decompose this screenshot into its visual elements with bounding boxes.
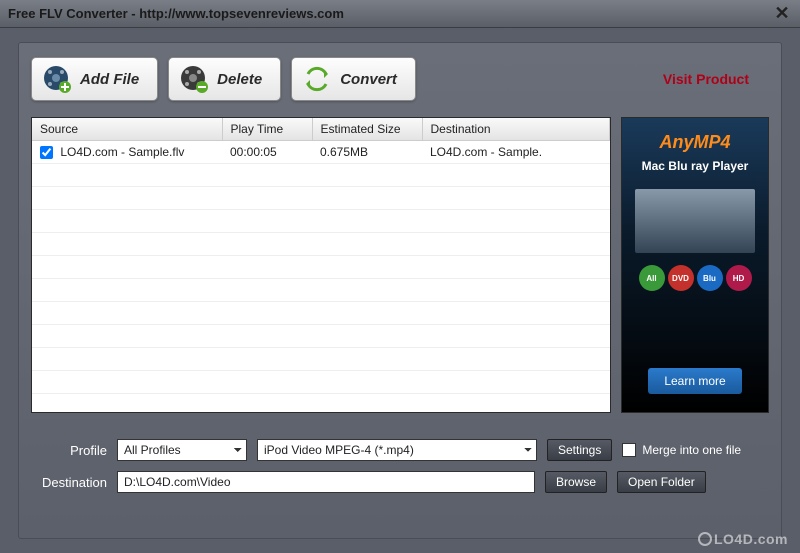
col-estsize[interactable]: Estimated Size — [312, 118, 422, 141]
convert-label: Convert — [340, 71, 397, 88]
ad-badge: Blu — [697, 265, 723, 291]
ad-panel[interactable]: AnyMP4 Mac Blu ray Player All DVD Blu HD… — [621, 117, 769, 413]
visit-product-link[interactable]: Visit Product — [663, 71, 749, 87]
main-area: Add File Delete — [0, 28, 800, 553]
cell-playtime: 00:00:05 — [222, 141, 312, 164]
delete-icon — [177, 62, 211, 96]
merge-checkbox[interactable] — [622, 443, 636, 457]
delete-button[interactable]: Delete — [168, 57, 281, 101]
delete-label: Delete — [217, 71, 262, 88]
add-file-icon — [40, 62, 74, 96]
convert-button[interactable]: Convert — [291, 57, 416, 101]
add-file-button[interactable]: Add File — [31, 57, 158, 101]
title-bar: Free FLV Converter - http://www.topseven… — [0, 0, 800, 28]
col-source[interactable]: Source — [32, 118, 222, 141]
ad-badge: DVD — [668, 265, 694, 291]
ad-title: AnyMP4 — [659, 132, 730, 153]
close-icon[interactable]: ✕ — [772, 4, 792, 24]
table-row: . — [32, 302, 610, 325]
table-row: . — [32, 210, 610, 233]
ad-image — [635, 189, 755, 253]
table-row: . — [32, 279, 610, 302]
table-row: . — [32, 187, 610, 210]
profile-category-select[interactable]: All Profiles — [117, 439, 247, 461]
convert-icon — [300, 62, 334, 96]
window-title: Free FLV Converter - http://www.topseven… — [8, 6, 772, 21]
table-row: . — [32, 325, 610, 348]
ad-subtitle: Mac Blu ray Player — [642, 159, 749, 173]
table-row: . — [32, 256, 610, 279]
merge-label-text: Merge into one file — [642, 443, 741, 457]
bottom-controls: Profile All Profiles iPod Video MPEG-4 (… — [31, 439, 769, 493]
ad-badge: All — [639, 265, 665, 291]
destination-input[interactable] — [117, 471, 535, 493]
cell-estsize: 0.675MB — [312, 141, 422, 164]
cell-source: LO4D.com - Sample.flv — [60, 145, 184, 159]
inner-panel: Add File Delete — [18, 42, 782, 539]
ad-learn-more-button[interactable]: Learn more — [648, 368, 741, 394]
table-row[interactable]: LO4D.com - Sample.flv 00:00:05 0.675MB L… — [32, 141, 610, 164]
table-row: . — [32, 348, 610, 371]
table-row: . — [32, 164, 610, 187]
watermark: LO4D.com — [698, 531, 788, 547]
ad-badge: HD — [726, 265, 752, 291]
ad-badges: All DVD Blu HD — [639, 265, 752, 291]
globe-icon — [698, 532, 712, 546]
merge-checkbox-label[interactable]: Merge into one file — [622, 443, 741, 457]
col-playtime[interactable]: Play Time — [222, 118, 312, 141]
browse-button[interactable]: Browse — [545, 471, 607, 493]
destination-label: Destination — [31, 475, 107, 490]
cell-destination: LO4D.com - Sample. — [422, 141, 610, 164]
profile-format-select[interactable]: iPod Video MPEG-4 (*.mp4) — [257, 439, 537, 461]
col-destination[interactable]: Destination — [422, 118, 610, 141]
row-checkbox[interactable] — [40, 146, 53, 159]
settings-button[interactable]: Settings — [547, 439, 612, 461]
table-row: . — [32, 371, 610, 394]
toolbar: Add File Delete — [31, 57, 769, 101]
open-folder-button[interactable]: Open Folder — [617, 471, 706, 493]
profile-label: Profile — [31, 443, 107, 458]
content-row: Source Play Time Estimated Size Destinat… — [31, 117, 769, 413]
add-file-label: Add File — [80, 71, 139, 88]
table-row: . — [32, 233, 610, 256]
file-table: Source Play Time Estimated Size Destinat… — [31, 117, 611, 413]
